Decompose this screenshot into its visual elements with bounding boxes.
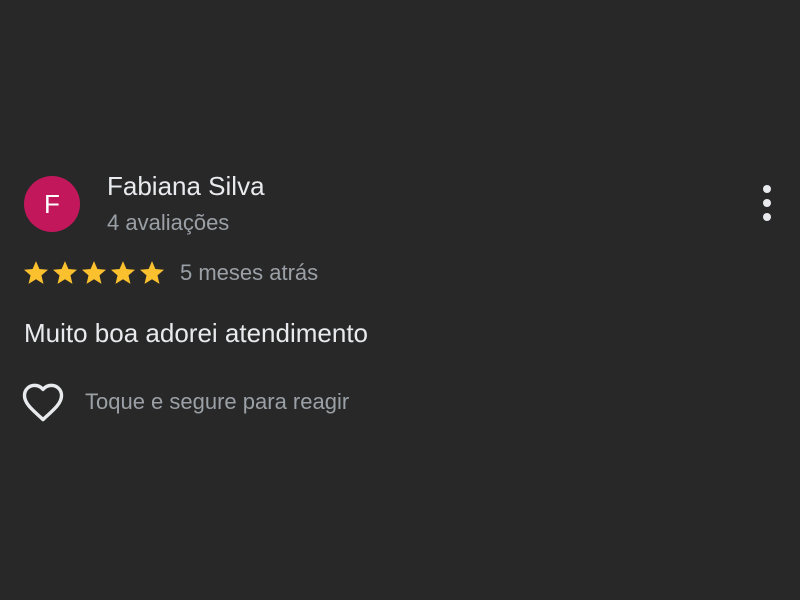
star-icon [81, 261, 107, 284]
review-date: 5 meses atrás [180, 260, 319, 285]
review-count: 4 avaliações [107, 210, 230, 235]
star-icon [52, 261, 78, 284]
react-label: Toque e segure para reagir [85, 389, 350, 414]
heart-outline-icon [22, 383, 64, 422]
star-icon [23, 261, 49, 284]
star-icon [139, 261, 165, 284]
star-rating [22, 259, 167, 287]
react-button[interactable]: Toque e segure para reagir [20, 380, 349, 424]
more-vert-icon [763, 185, 771, 193]
review-card: F Fabiana Silva 4 avaliações 5 meses atr… [0, 152, 800, 458]
more-options-button[interactable] [752, 182, 782, 224]
more-vert-icon [763, 199, 771, 207]
avatar[interactable]: F [24, 176, 80, 232]
more-vert-icon [763, 213, 771, 221]
star-icon [110, 261, 136, 284]
review-text: Muito boa adorei atendimento [24, 318, 369, 348]
reviewer-name[interactable]: Fabiana Silva [107, 170, 265, 202]
